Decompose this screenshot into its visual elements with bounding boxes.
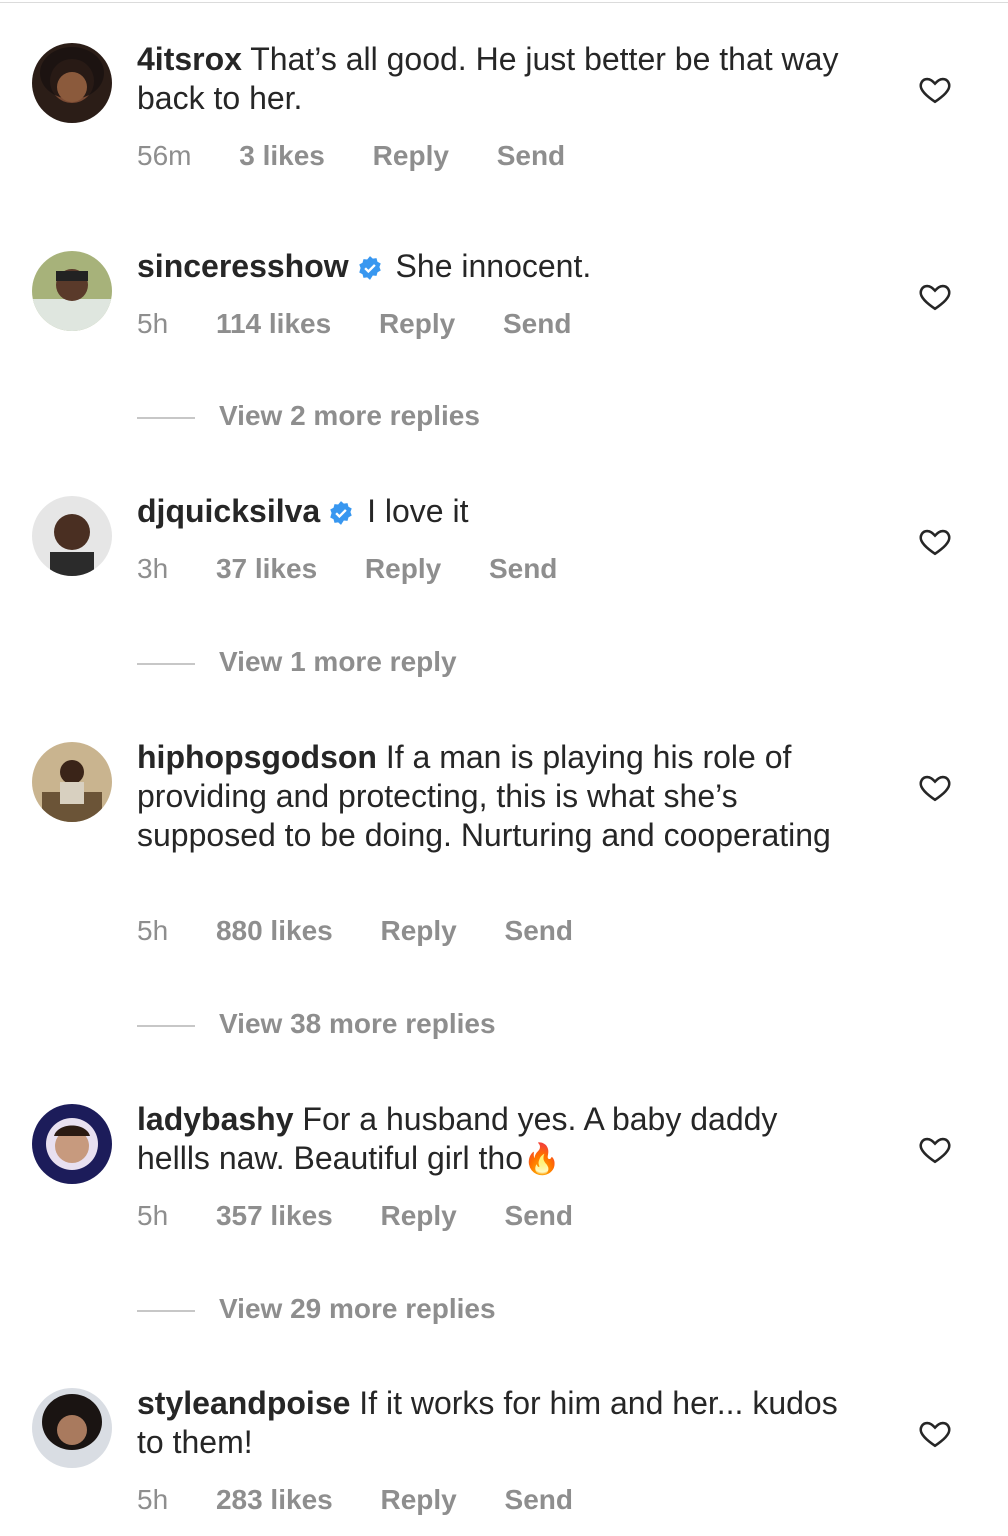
reply-button[interactable]: Reply <box>373 140 449 172</box>
reply-button[interactable]: Reply <box>381 1200 457 1232</box>
send-button[interactable]: Send <box>505 915 573 947</box>
avatar[interactable] <box>32 1388 112 1468</box>
heart-icon[interactable] <box>918 1132 952 1166</box>
fire-emoji-icon: 🔥 <box>523 1143 561 1176</box>
divider-line <box>137 662 195 665</box>
comment-meta: 3h 37 likes Reply Send <box>137 553 597 585</box>
send-button[interactable]: Send <box>489 553 557 585</box>
heart-icon[interactable] <box>918 524 952 558</box>
likes-count[interactable]: 114 likes <box>216 308 331 340</box>
likes-count[interactable]: 880 likes <box>216 915 333 947</box>
comment-body: 4itsrox That’s all good. He just better … <box>137 40 857 118</box>
timestamp: 5h <box>137 915 169 946</box>
comment-text: That’s all good. He just better be that … <box>137 41 839 116</box>
likes-count[interactable]: 283 likes <box>216 1484 333 1516</box>
view-replies-label: View 2 more replies <box>219 400 480 431</box>
timestamp: 5h <box>137 308 169 339</box>
send-button[interactable]: Send <box>505 1200 573 1232</box>
top-divider <box>0 2 1008 3</box>
divider-line <box>137 416 195 419</box>
heart-icon[interactable] <box>918 279 952 313</box>
send-button[interactable]: Send <box>503 308 571 340</box>
username[interactable]: sinceresshow <box>137 248 349 284</box>
view-replies-label: View 29 more replies <box>219 1293 496 1324</box>
timestamp: 3h <box>137 553 169 584</box>
comment-body: hiphopsgodson If a man is playing his ro… <box>137 738 857 855</box>
view-replies-button[interactable]: View 38 more replies <box>137 1008 496 1039</box>
comment-text: She innocent. <box>395 248 592 284</box>
view-replies-label: View 38 more replies <box>219 1008 496 1039</box>
avatar[interactable] <box>32 43 112 123</box>
view-replies-button[interactable]: View 1 more reply <box>137 646 457 677</box>
username[interactable]: styleandpoise <box>137 1385 350 1421</box>
divider-line <box>137 1024 195 1027</box>
comment-text: I love it <box>367 493 469 529</box>
timestamp: 5h <box>137 1484 169 1515</box>
send-button[interactable]: Send <box>505 1484 573 1516</box>
comment-meta: 5h 357 likes Reply Send <box>137 1200 613 1232</box>
heart-icon[interactable] <box>918 72 952 106</box>
avatar[interactable] <box>32 251 112 331</box>
username[interactable]: djquicksilva <box>137 493 320 529</box>
verified-badge-icon <box>357 251 383 290</box>
comment-body: djquicksilva I love it <box>137 492 857 535</box>
comment-body: styleandpoise If it works for him and he… <box>137 1384 857 1462</box>
username[interactable]: hiphopsgodson <box>137 739 377 775</box>
username[interactable]: 4itsrox <box>137 41 242 77</box>
timestamp: 5h <box>137 1200 169 1231</box>
avatar[interactable] <box>32 1104 112 1184</box>
send-button[interactable]: Send <box>497 140 565 172</box>
comment-body: ladybashy For a husband yes. A baby dadd… <box>137 1100 857 1179</box>
likes-count[interactable]: 357 likes <box>216 1200 333 1232</box>
comment-meta: 5h 880 likes Reply Send <box>137 915 613 947</box>
reply-button[interactable]: Reply <box>381 1484 457 1516</box>
verified-badge-icon <box>328 496 354 535</box>
view-replies-label: View 1 more reply <box>219 646 457 677</box>
avatar[interactable] <box>32 496 112 576</box>
view-replies-button[interactable]: View 2 more replies <box>137 400 480 431</box>
heart-icon[interactable] <box>918 770 952 804</box>
view-replies-button[interactable]: View 29 more replies <box>137 1293 496 1324</box>
comment-meta: 56m 3 likes Reply Send <box>137 140 605 172</box>
reply-button[interactable]: Reply <box>381 915 457 947</box>
comment-meta: 5h 283 likes Reply Send <box>137 1484 613 1516</box>
timestamp: 56m <box>137 140 192 171</box>
avatar[interactable] <box>32 742 112 822</box>
comment-meta: 5h 114 likes Reply Send <box>137 308 611 340</box>
reply-button[interactable]: Reply <box>365 553 441 585</box>
likes-count[interactable]: 37 likes <box>216 553 317 585</box>
heart-icon[interactable] <box>918 1416 952 1450</box>
username[interactable]: ladybashy <box>137 1101 294 1137</box>
divider-line <box>137 1309 195 1312</box>
comment-body: sinceresshow She innocent. <box>137 247 857 290</box>
likes-count[interactable]: 3 likes <box>239 140 325 172</box>
reply-button[interactable]: Reply <box>379 308 455 340</box>
